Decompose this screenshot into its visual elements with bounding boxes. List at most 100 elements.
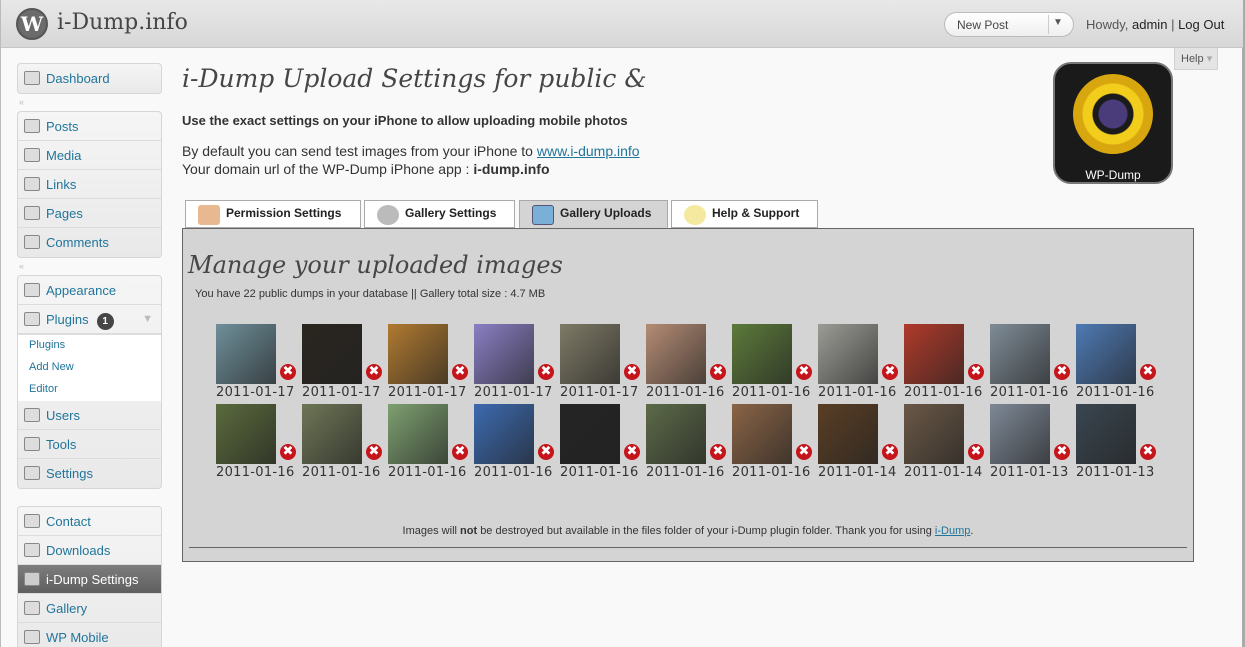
menu-item-settings[interactable]: Settings xyxy=(18,459,161,488)
pin-icon xyxy=(24,119,40,133)
tab-help-support[interactable]: Help & Support xyxy=(671,200,818,228)
delete-image-icon[interactable]: ✖ xyxy=(796,444,812,460)
menu-item-dashboard[interactable]: Dashboard xyxy=(18,64,161,93)
uploaded-image-thumbnail[interactable] xyxy=(732,404,792,464)
delete-image-icon[interactable]: ✖ xyxy=(280,364,296,380)
menu-item-appearance[interactable]: Appearance xyxy=(18,276,161,305)
tab-permission-settings[interactable]: Permission Settings xyxy=(185,200,361,228)
uploaded-image-thumbnail[interactable] xyxy=(474,324,534,384)
uploaded-image-thumbnail[interactable] xyxy=(560,324,620,384)
delete-image-icon[interactable]: ✖ xyxy=(710,364,726,380)
delete-image-icon[interactable]: ✖ xyxy=(968,364,984,380)
menu-separator[interactable]: « xyxy=(17,94,162,111)
delete-image-icon[interactable]: ✖ xyxy=(624,444,640,460)
logout-link[interactable]: Log Out xyxy=(1178,17,1224,32)
tab-label: Gallery Settings xyxy=(405,206,497,220)
delete-image-icon[interactable]: ✖ xyxy=(280,444,296,460)
delete-image-icon[interactable]: ✖ xyxy=(710,444,726,460)
new-post-button[interactable]: New Post xyxy=(957,18,1008,32)
users-icon xyxy=(198,205,220,225)
uploaded-image-thumbnail[interactable] xyxy=(302,404,362,464)
footnote: Images will not be destroyed but availab… xyxy=(183,525,1193,537)
delete-image-icon[interactable]: ✖ xyxy=(538,364,554,380)
admin-menu: Dashboard « Posts Media Links Pages Comm… xyxy=(17,63,162,647)
menu-item-idump-settings[interactable]: i-Dump Settings xyxy=(18,565,161,594)
menu-label: Appearance xyxy=(46,283,117,298)
menu-item-wp-mobile[interactable]: WP Mobile xyxy=(18,623,161,647)
separator: | xyxy=(1171,17,1175,32)
favorite-actions-dropdown[interactable]: New Post ▼ xyxy=(944,12,1074,37)
uploaded-image-thumbnail[interactable] xyxy=(560,404,620,464)
footnote-text: Images will xyxy=(402,525,457,537)
uploaded-image-thumbnail[interactable] xyxy=(818,324,878,384)
delete-image-icon[interactable]: ✖ xyxy=(538,444,554,460)
image-icon xyxy=(532,205,554,225)
menu-item-contact[interactable]: Contact xyxy=(18,507,161,536)
uploaded-image-thumbnail[interactable] xyxy=(904,404,964,464)
delete-image-icon[interactable]: ✖ xyxy=(366,364,382,380)
uploaded-image-thumbnail[interactable] xyxy=(216,404,276,464)
menu-item-media[interactable]: Media xyxy=(18,141,161,170)
gallery-icon xyxy=(24,601,40,615)
submenu-item-editor[interactable]: Editor xyxy=(18,379,161,401)
menu-separator[interactable]: « xyxy=(17,258,162,275)
menu-separator xyxy=(17,489,162,506)
uploaded-image-thumbnail[interactable] xyxy=(388,324,448,384)
uploaded-image-thumbnail[interactable] xyxy=(216,324,276,384)
media-icon xyxy=(24,148,40,162)
uploaded-image-thumbnail[interactable] xyxy=(818,404,878,464)
delete-image-icon[interactable]: ✖ xyxy=(452,444,468,460)
submenu-item-add-new[interactable]: Add New xyxy=(18,357,161,379)
uploaded-image-thumbnail[interactable] xyxy=(1076,324,1136,384)
wordpress-logo-icon[interactable]: W xyxy=(16,8,48,40)
chevron-down-icon[interactable]: ▼ xyxy=(1053,17,1063,28)
uploaded-image-thumbnail[interactable] xyxy=(904,324,964,384)
delete-image-icon[interactable]: ✖ xyxy=(1140,364,1156,380)
menu-item-users[interactable]: Users xyxy=(18,401,161,430)
uploaded-image-thumbnail[interactable] xyxy=(474,404,534,464)
tab-gallery-settings[interactable]: Gallery Settings xyxy=(364,200,515,228)
uploaded-image-thumbnail[interactable] xyxy=(646,404,706,464)
image-date: 2011-01-17 xyxy=(216,385,295,400)
tab-gallery-uploads[interactable]: Gallery Uploads xyxy=(519,200,668,228)
submenu-item-plugins[interactable]: Plugins xyxy=(18,335,161,357)
delete-image-icon[interactable]: ✖ xyxy=(452,364,468,380)
delete-image-icon[interactable]: ✖ xyxy=(1054,364,1070,380)
help-tab[interactable]: Help ▾ xyxy=(1174,48,1218,70)
user-info: Howdy, admin | Log Out xyxy=(1086,17,1224,32)
uploaded-image-thumbnail[interactable] xyxy=(646,324,706,384)
menu-item-posts[interactable]: Posts xyxy=(18,112,161,141)
menu-item-tools[interactable]: Tools xyxy=(18,430,161,459)
delete-image-icon[interactable]: ✖ xyxy=(882,444,898,460)
site-title[interactable]: i-Dump.info xyxy=(57,10,188,35)
delete-image-icon[interactable]: ✖ xyxy=(1054,444,1070,460)
intro-text: Use the exact settings on your iPhone to… xyxy=(182,113,628,128)
uploaded-image-thumbnail[interactable] xyxy=(990,404,1050,464)
help-label: Help xyxy=(1181,53,1204,65)
menu-item-links[interactable]: Links xyxy=(18,170,161,199)
uploaded-image-thumbnail[interactable] xyxy=(302,324,362,384)
delete-image-icon[interactable]: ✖ xyxy=(968,444,984,460)
username-link[interactable]: admin xyxy=(1132,17,1167,32)
menu-item-downloads[interactable]: Downloads xyxy=(18,536,161,565)
menu-item-pages[interactable]: Pages xyxy=(18,199,161,228)
delete-image-icon[interactable]: ✖ xyxy=(882,364,898,380)
uploaded-image-thumbnail[interactable] xyxy=(388,404,448,464)
delete-image-icon[interactable]: ✖ xyxy=(1140,444,1156,460)
delete-image-icon[interactable]: ✖ xyxy=(796,364,812,380)
lightbulb-icon xyxy=(684,205,706,225)
delete-image-icon[interactable]: ✖ xyxy=(366,444,382,460)
delete-image-icon[interactable]: ✖ xyxy=(624,364,640,380)
menu-item-plugins[interactable]: Plugins 1 ▼ xyxy=(18,305,161,334)
expand-arrow-icon[interactable]: ▼ xyxy=(142,313,153,325)
panel-title: Manage your uploaded images xyxy=(188,251,563,279)
app-icon-label: WP-Dump xyxy=(1085,168,1141,182)
menu-item-comments[interactable]: Comments xyxy=(18,228,161,257)
dropdown-divider xyxy=(1048,15,1049,34)
test-site-link[interactable]: www.i-dump.info xyxy=(537,143,640,159)
idump-link[interactable]: i-Dump xyxy=(935,525,970,537)
uploaded-image-thumbnail[interactable] xyxy=(990,324,1050,384)
menu-item-gallery[interactable]: Gallery xyxy=(18,594,161,623)
uploaded-image-thumbnail[interactable] xyxy=(732,324,792,384)
uploaded-image-thumbnail[interactable] xyxy=(1076,404,1136,464)
